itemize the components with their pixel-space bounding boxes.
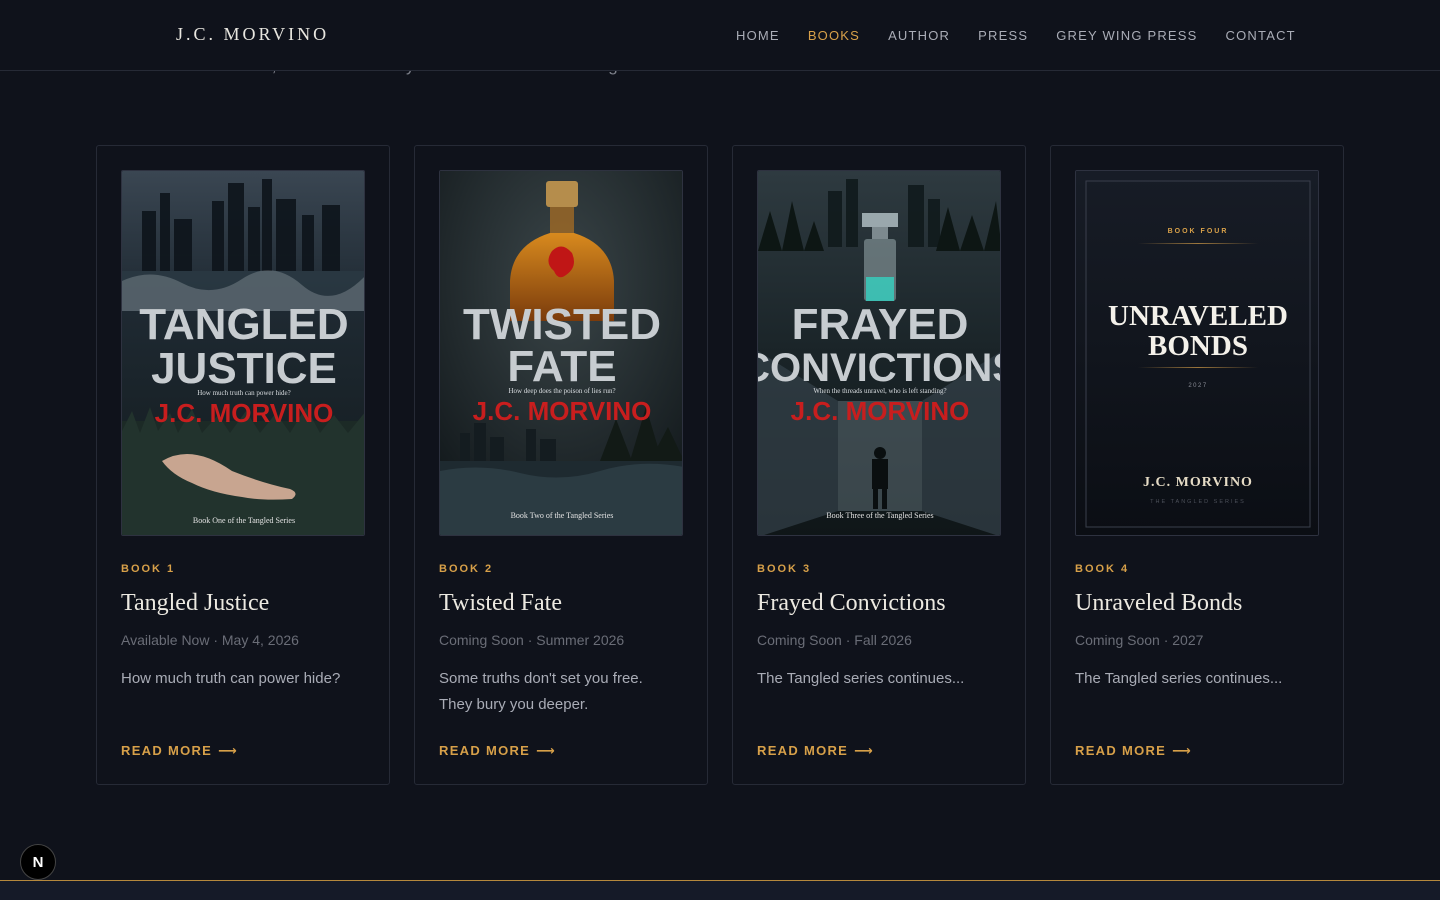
cover-art-1: TANGLED JUSTICE How much truth can power… xyxy=(122,171,364,535)
cover-tagline-2: How deep does the poison of lies run? xyxy=(508,387,615,395)
cover-author-3: J.C. MORVINO xyxy=(791,396,970,426)
book-title[interactable]: Frayed Convictions xyxy=(757,590,946,617)
cover-title-line1-3: FRAYED xyxy=(792,300,969,349)
arrow-right-icon: ⟶ xyxy=(854,743,875,758)
cover-series-2: Book Two of the Tangled Series xyxy=(511,511,614,520)
read-more-link[interactable]: READ MORE ⟶ xyxy=(121,743,238,759)
book-description: The Tangled series continues... xyxy=(1075,670,1283,687)
read-more-label: READ MORE xyxy=(121,743,213,758)
cover-art-3: FRAYED CONVICTIONS When the threads unra… xyxy=(758,171,1001,535)
book-cover-3[interactable]: FRAYED CONVICTIONS When the threads unra… xyxy=(757,170,1001,536)
read-more-label: READ MORE xyxy=(1075,743,1167,758)
book-description: How much truth can power hide? xyxy=(121,670,341,687)
cover-series-4: THE TANGLED SERIES xyxy=(1150,499,1246,505)
book-card-2: TWISTED FATE How deep does the poison of… xyxy=(414,145,708,785)
book-number: BOOK 1 xyxy=(121,563,176,575)
nav-contact[interactable]: CONTACT xyxy=(1226,28,1296,43)
cover-author-2: J.C. MORVINO xyxy=(473,396,652,426)
book-status: Available Now · May 4, 2026 xyxy=(121,632,299,648)
book-status: Coming Soon · 2027 xyxy=(1075,632,1204,648)
cover-author-4: J.C. MORVINO xyxy=(1143,475,1253,490)
nav-grey-wing-press[interactable]: GREY WING PRESS xyxy=(1056,28,1197,43)
read-more-link[interactable]: READ MORE ⟶ xyxy=(1075,743,1192,759)
book-title[interactable]: Twisted Fate xyxy=(439,590,562,617)
cover-title-line1-1: TANGLED xyxy=(139,300,348,349)
cover-title-line1-4: UNRAVELED xyxy=(1108,300,1288,332)
floating-n-badge[interactable]: N xyxy=(20,844,56,880)
book-cover-2[interactable]: TWISTED FATE How deep does the poison of… xyxy=(439,170,683,536)
book-card-3: FRAYED CONVICTIONS When the threads unra… xyxy=(732,145,1026,785)
footer-edge xyxy=(0,880,1440,900)
read-more-label: READ MORE xyxy=(757,743,849,758)
arrow-right-icon: ⟶ xyxy=(1172,743,1193,758)
book-number: BOOK 4 xyxy=(1075,563,1130,575)
cover-art-2: TWISTED FATE How deep does the poison of… xyxy=(440,171,682,535)
cover-tagline-1: How much truth can power hide? xyxy=(197,389,291,397)
nav-author[interactable]: AUTHOR xyxy=(888,28,950,43)
book-description: Some truths don't set you free. They bur… xyxy=(439,670,643,713)
main-nav: HOME BOOKS AUTHOR PRESS GREY WING PRESS … xyxy=(736,28,1324,43)
cover-title-line2-1: JUSTICE xyxy=(151,344,337,393)
arrow-right-icon: ⟶ xyxy=(218,743,239,758)
book-card-1: TANGLED JUSTICE How much truth can power… xyxy=(96,145,390,785)
read-more-link[interactable]: READ MORE ⟶ xyxy=(757,743,874,759)
book-number: BOOK 2 xyxy=(439,563,494,575)
cover-series-1: Book One of the Tangled Series xyxy=(193,516,295,525)
cover-series-3: Book Three of the Tangled Series xyxy=(826,511,933,520)
cover-tagline-3: When the threads unravel, who is left st… xyxy=(813,387,946,395)
book-description: The Tangled series continues... xyxy=(757,670,965,687)
cover-title-line2-3: CONVICTIONS xyxy=(758,346,1001,390)
book-cover-1[interactable]: TANGLED JUSTICE How much truth can power… xyxy=(121,170,365,536)
site-header: J.C. MORVINO HOME BOOKS AUTHOR PRESS GRE… xyxy=(0,0,1440,71)
read-more-link[interactable]: READ MORE ⟶ xyxy=(439,743,556,759)
book-status: Coming Soon · Summer 2026 xyxy=(439,632,625,648)
cover-kicker-4: BOOK FOUR xyxy=(1168,228,1229,235)
cover-year-4: 2027 xyxy=(1188,383,1207,389)
book-cover-4[interactable]: BOOK FOUR UNRAVELED BONDS 2027 J.C. MORV… xyxy=(1075,170,1319,536)
nav-home[interactable]: HOME xyxy=(736,28,780,43)
book-card-4: BOOK FOUR UNRAVELED BONDS 2027 J.C. MORV… xyxy=(1050,145,1344,785)
book-status: Coming Soon · Fall 2026 xyxy=(757,632,912,648)
cover-art-4: BOOK FOUR UNRAVELED BONDS 2027 J.C. MORV… xyxy=(1076,171,1318,535)
site-logo[interactable]: J.C. MORVINO xyxy=(176,24,329,45)
book-number: BOOK 3 xyxy=(757,563,812,575)
nav-press[interactable]: PRESS xyxy=(978,28,1028,43)
cover-title-line2-2: FATE xyxy=(507,342,616,391)
read-more-label: READ MORE xyxy=(439,743,531,758)
arrow-right-icon: ⟶ xyxy=(536,743,557,758)
nav-books[interactable]: BOOKS xyxy=(808,28,860,43)
book-title[interactable]: Unraveled Bonds xyxy=(1075,590,1242,617)
book-title[interactable]: Tangled Justice xyxy=(121,590,269,617)
cover-author-1: J.C. MORVINO xyxy=(155,398,334,428)
cover-title-line2-4: BONDS xyxy=(1148,330,1248,362)
